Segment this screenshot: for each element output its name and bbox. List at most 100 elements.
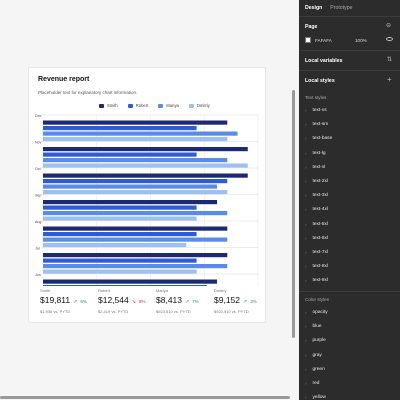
bar-dmitriy-aug [43, 243, 187, 248]
category-label: Sep [35, 193, 41, 197]
kpi-footnote: $2,419 vs. PYTD [98, 309, 129, 314]
trend-up-icon: ↗ [185, 299, 190, 305]
style-label: text-3xl [312, 193, 328, 199]
local-variables-title[interactable]: Local variables [305, 58, 343, 64]
page-color-hex[interactable]: FAFAFA [315, 38, 355, 43]
bar-smith-dec [43, 120, 228, 125]
kpi-footnote: $923,510 vs. PYTD [156, 309, 191, 314]
category-label: Jun [35, 273, 41, 277]
chevron-right-icon: › [305, 278, 307, 284]
bar-robert-sep [43, 205, 197, 210]
category-label: Oct [35, 167, 41, 171]
legend-swatch [158, 103, 164, 108]
kpi-value: $8,413 [156, 295, 182, 305]
chevron-right-icon: › [305, 366, 307, 372]
chevron-right-icon: › [305, 221, 307, 227]
chevron-right-icon: › [305, 324, 307, 330]
style-label: text-4xl [312, 207, 328, 213]
text-style-text-base[interactable]: › text-base [305, 136, 332, 141]
bar-robert-jul [43, 258, 197, 263]
legend-label: Smith [107, 103, 118, 108]
kpi-percent: 3% [250, 299, 257, 304]
bar-smith-sep [43, 200, 218, 205]
text-style-text-xl[interactable]: › text-xl [305, 165, 325, 170]
text-style-text-7xl[interactable]: › text-7xl [305, 250, 328, 255]
color-style-yellow[interactable]: › yellow [305, 395, 326, 400]
tab-prototype[interactable]: Prototype [330, 5, 352, 11]
design-canvas[interactable]: Revenue report Placeholder text for expl… [0, 0, 299, 400]
kpi-dmitriy: Dmitriy $9,152 ↗ 3% $923,510 vs. PYTD [214, 288, 270, 314]
style-label: green [312, 366, 325, 372]
kpi-percent: 7% [192, 299, 199, 304]
toggle-icon[interactable]: ⊖ [386, 22, 391, 29]
divider [299, 16, 400, 17]
kpi-value: $19,811 [40, 295, 71, 305]
style-label: text-sm [312, 122, 329, 128]
legend-swatch [127, 103, 133, 108]
page-opacity[interactable]: 100% [355, 38, 367, 43]
text-style-text-lg[interactable]: › text-lg [305, 151, 326, 156]
legend-item-mariya: Mariya [158, 103, 179, 108]
page-color-row[interactable]: FAFAFA 100% [305, 36, 394, 44]
kpi-smith: Smith $19,811 ↗ 6% $1,936 vs. PYTD [40, 288, 96, 314]
legend-swatch [99, 103, 104, 108]
text-style-text-2xl[interactable]: › text-2xl [305, 179, 328, 184]
add-icon[interactable]: + [387, 75, 392, 84]
chevron-right-icon: › [305, 310, 307, 315]
text-style-text-9xl[interactable]: › text-9xl [305, 278, 328, 283]
tab-design[interactable]: Design [305, 5, 322, 11]
trend-up-icon: ↗ [243, 299, 248, 305]
trend-up-icon: ↗ [73, 299, 78, 305]
category-label: Jul [35, 246, 40, 250]
bar-smith-nov [43, 147, 248, 152]
bar-robert-nov [43, 152, 197, 157]
text-style-text-5xl[interactable]: › text-5xl [305, 222, 328, 227]
kpi-footnote: $923,510 vs. PYTD [214, 309, 249, 314]
category-label: Aug [35, 220, 41, 224]
legend-label: Dmitriy [196, 103, 210, 108]
bar-mariya-aug [43, 237, 228, 242]
kpi-value: $12,544 [98, 295, 129, 305]
text-style-text-6xl[interactable]: › text-6xl [305, 236, 328, 241]
text-style-text-8xl[interactable]: › text-8xl [305, 264, 328, 269]
legend-item-robert: Robert [127, 103, 149, 108]
sliders-icon[interactable]: ⇅ [387, 56, 392, 63]
kpi-name: Mariya [156, 288, 169, 293]
style-label: yellow [312, 395, 326, 400]
text-style-text-sm[interactable]: › text-sm [305, 122, 328, 127]
color-style-purple[interactable]: › purple [305, 338, 326, 343]
kpi-name: Smith [40, 288, 51, 293]
category-label: Dec [35, 114, 42, 118]
horizontal-scrollbar[interactable] [0, 396, 290, 399]
card-title: Revenue report [38, 76, 90, 83]
chevron-right-icon: › [305, 381, 307, 386]
color-style-opacity[interactable]: › opacity [305, 310, 328, 315]
bar-dmitriy-dec [43, 137, 228, 142]
color-style-green[interactable]: › green [305, 367, 325, 372]
legend-label: Robert [135, 103, 149, 108]
divider [299, 291, 400, 292]
color-style-gray[interactable]: › gray [305, 353, 322, 358]
kpi-footnote: $1,936 vs. PYTD [40, 309, 71, 314]
vertical-scrollbar[interactable] [292, 90, 295, 338]
style-label: text-xs [312, 108, 327, 113]
chevron-right-icon: › [305, 193, 307, 199]
color-style-blue[interactable]: › blue [305, 324, 322, 329]
color-style-red[interactable]: › red [305, 381, 319, 386]
kpi-value: $9,152 [214, 295, 240, 305]
eye-icon[interactable] [386, 37, 393, 41]
chevron-right-icon: › [305, 179, 307, 184]
revenue-report-card[interactable]: Revenue report Placeholder text for expl… [28, 67, 266, 323]
bar-mariya-oct [43, 184, 218, 189]
properties-panel: Design Prototype Page ⊖ FAFAFA 100% Loca… [299, 0, 400, 400]
style-label: red [312, 381, 320, 386]
chevron-right-icon: › [305, 250, 307, 255]
page-color-swatch[interactable] [305, 37, 311, 43]
text-style-text-3xl[interactable]: › text-3xl [305, 193, 328, 198]
style-label: text-6xl [312, 235, 328, 241]
style-label: text-xl [312, 164, 326, 170]
text-style-text-4xl[interactable]: › text-4xl [305, 207, 328, 212]
text-style-text-xs[interactable]: › text-xs [305, 108, 327, 113]
chevron-right-icon: › [305, 136, 307, 142]
style-label: text-5xl [312, 221, 328, 227]
